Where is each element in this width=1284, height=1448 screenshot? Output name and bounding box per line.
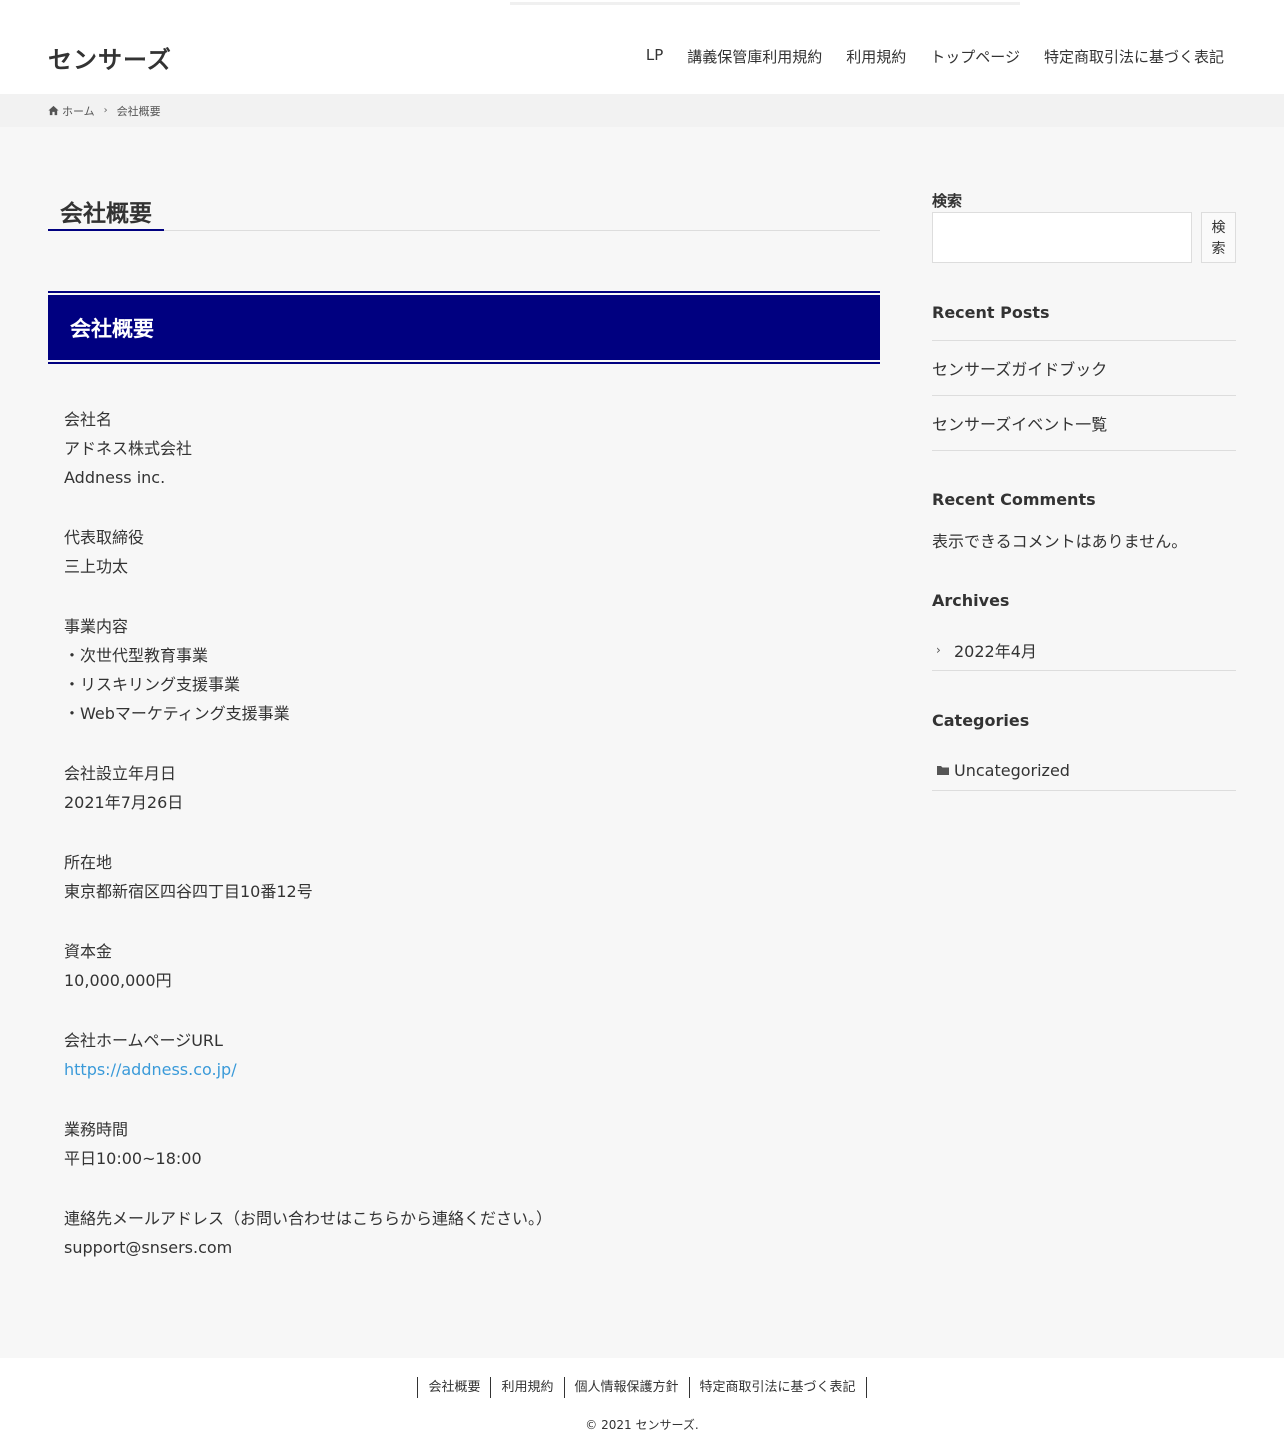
archive-item-label: 2022年4月 [954,642,1037,661]
company-info: 会社名 アドネス株式会社 Addness inc. 代表取締役 三上功太 事業内… [64,405,864,1293]
footer-nav-company[interactable]: 会社概要 [417,1377,490,1398]
categories-list: Uncategorized [932,750,1236,791]
nav-item-lp[interactable]: LP [646,46,663,67]
breadcrumb: ホーム › 会社概要 [0,94,1284,127]
info-label: 会社設立年月日 [64,764,177,783]
info-value: 三上功太 [64,557,129,576]
site-footer: 会社概要 利用規約 個人情報保護方針 特定商取引法に基づく表記 © 2021 セ… [0,1358,1284,1448]
footer-nav-tokusho[interactable]: 特定商取引法に基づく表記 [688,1377,867,1398]
footer-nav-privacy[interactable]: 個人情報保護方針 [563,1377,689,1398]
info-value: Addness inc. [64,468,166,487]
breadcrumb-current: 会社概要 [116,104,161,118]
info-block-capital: 資本金 10,000,000円 [64,937,864,995]
recent-post-item[interactable]: センサーズガイドブック [932,341,1236,396]
info-block-homepage: 会社ホームページURL https://addness.co.jp/ [64,1026,864,1084]
search-button[interactable]: 検 索 [1201,212,1236,263]
info-value: ・Webマーケティング支援事業 [64,704,290,723]
section-heading-box: 会社概要 [48,291,880,364]
info-block-company-name: 会社名 アドネス株式会社 Addness inc. [64,405,864,492]
section-heading: 会社概要 [48,295,880,360]
info-value: アドネス株式会社 [64,439,193,458]
search-button-label-line: 索 [1211,239,1226,256]
footer-nav: 会社概要 利用規約 個人情報保護方針 特定商取引法に基づく表記 [0,1377,1284,1398]
info-block-ceo: 代表取締役 三上功太 [64,523,864,581]
info-value: ・リスキリング支援事業 [64,675,241,694]
recent-posts-list: センサーズガイドブック センサーズイベント一覧 [932,340,1236,451]
info-block-email: 連絡先メールアドレス（お問い合わせはこちらから連絡ください。） support@… [64,1204,864,1262]
search-button-label: 検 索 [1212,217,1226,259]
global-nav: LP 講義保管庫利用規約 利用規約 トップページ 特定商取引法に基づく表記 [646,46,1224,67]
info-value: 東京都新宿区四谷四丁目10番12号 [64,882,313,901]
page-title-area: 会社概要 [48,190,880,231]
archives-title: Archives [932,591,1010,610]
info-block-founded: 会社設立年月日 2021年7月26日 [64,759,864,817]
info-label: 事業内容 [64,617,129,636]
nav-item-lecture-terms[interactable]: 講義保管庫利用規約 [687,46,822,67]
recent-posts-title: Recent Posts [932,303,1050,322]
footer-nav-terms[interactable]: 利用規約 [490,1377,563,1398]
site-header: センサーズ LP 講義保管庫利用規約 利用規約 トップページ 特定商取引法に基づ… [0,0,1284,94]
nav-item-terms[interactable]: 利用規約 [846,46,906,67]
info-value: ・次世代型教育事業 [64,646,209,665]
info-value: 10,000,000円 [64,971,172,990]
info-value: support@snsers.com [64,1238,233,1257]
search-input[interactable] [932,212,1192,263]
categories-title: Categories [932,711,1030,730]
nav-item-tokusho[interactable]: 特定商取引法に基づく表記 [1044,46,1224,67]
info-label: 会社名 [64,410,113,429]
chevron-right-icon: › [103,105,108,116]
search-label: 検索 [932,192,963,210]
recent-comments-title: Recent Comments [932,490,1096,509]
info-block-business: 事業内容 ・次世代型教育事業 ・リスキリング支援事業 ・Webマーケティング支援… [64,612,864,728]
header-topline [510,2,1020,5]
copyright: © 2021 センサーズ. [585,1418,699,1432]
info-label: 連絡先メールアドレス（お問い合わせはこちらから連絡ください。） [64,1209,553,1228]
info-label: 会社ホームページURL [64,1031,223,1050]
category-item[interactable]: Uncategorized [932,750,1236,791]
info-block-address: 所在地 東京都新宿区四谷四丁目10番12号 [64,848,864,906]
chevron-right-icon: › [936,643,941,657]
breadcrumb-home[interactable]: ホーム [62,103,95,119]
info-label: 所在地 [64,853,113,872]
info-label: 資本金 [64,942,113,961]
home-icon [48,105,59,116]
info-label: 代表取締役 [64,528,145,547]
no-comments-text: 表示できるコメントはありません。 [932,532,1188,551]
archive-item[interactable]: › 2022年4月 [932,630,1236,671]
folder-icon [937,766,949,775]
search-form: 検 索 [932,212,1236,263]
recent-post-item[interactable]: センサーズイベント一覧 [932,396,1236,451]
info-value: 平日10:00~18:00 [64,1149,202,1168]
homepage-link[interactable]: https://addness.co.jp/ [64,1055,864,1084]
info-label: 業務時間 [64,1120,129,1139]
info-value: 2021年7月26日 [64,793,184,812]
page-title: 会社概要 [48,190,164,231]
nav-item-top-page[interactable]: トップページ [930,46,1020,67]
site-title[interactable]: センサーズ [48,40,172,75]
search-button-label-line: 検 [1211,218,1226,235]
info-block-hours: 業務時間 平日10:00~18:00 [64,1115,864,1173]
category-item-label: Uncategorized [954,760,1070,780]
archives-list: › 2022年4月 [932,630,1236,671]
